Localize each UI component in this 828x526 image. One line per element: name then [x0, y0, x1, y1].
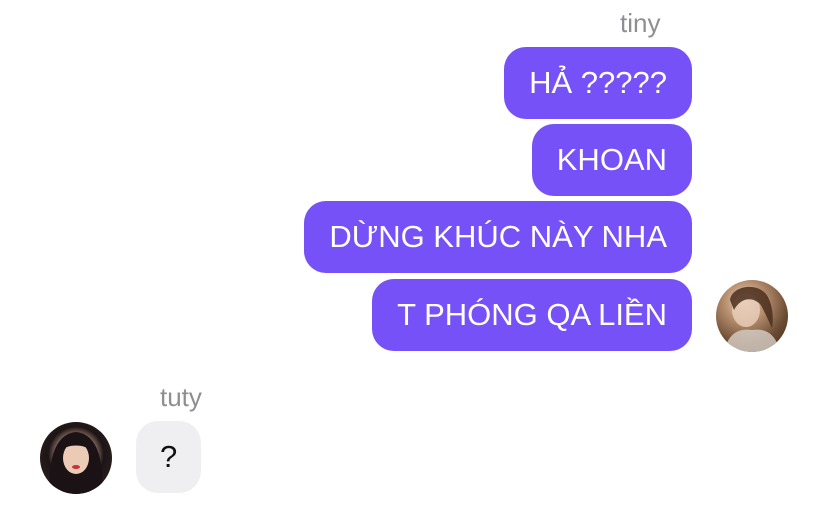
- message-bubble-outgoing[interactable]: DỪNG KHÚC NÀY NHA: [304, 201, 692, 273]
- message-bubble-outgoing[interactable]: HẢ ?????: [504, 47, 692, 119]
- avatar-tiny[interactable]: [716, 280, 788, 352]
- avatar-tuty[interactable]: [40, 422, 112, 494]
- sender-name-tiny: tiny: [620, 8, 661, 38]
- message-bubble-outgoing[interactable]: T PHÓNG QA LIỀN: [372, 279, 692, 351]
- user-photo-icon: [49, 432, 103, 494]
- user-photo-icon: [724, 286, 780, 352]
- sender-name-tuty: tuty: [160, 382, 202, 412]
- message-bubble-outgoing[interactable]: KHOAN: [531, 124, 692, 196]
- message-bubble-incoming[interactable]: ?: [136, 421, 202, 493]
